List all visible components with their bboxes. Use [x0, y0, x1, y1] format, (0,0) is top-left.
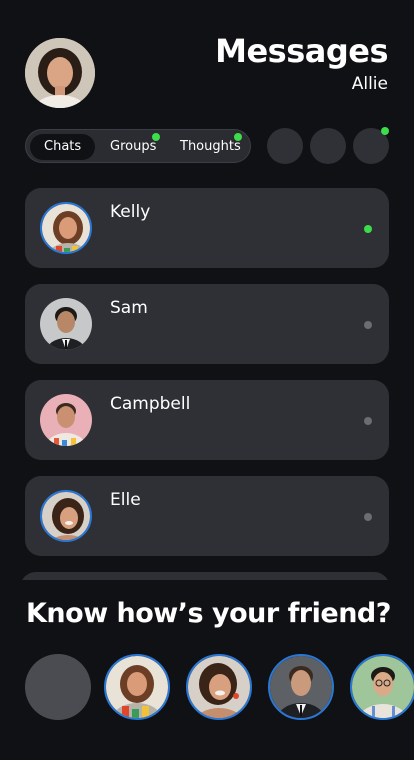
- tab-bar: Chats Groups Thoughts: [25, 129, 251, 163]
- profile-avatar[interactable]: [25, 38, 95, 108]
- add-friend-button[interactable]: [25, 654, 91, 720]
- action-button-1[interactable]: [267, 128, 303, 164]
- avatar: [40, 202, 92, 254]
- page-title: Messages: [215, 32, 388, 70]
- profile-avatar-image: [25, 38, 95, 108]
- offline-status-dot: [364, 513, 372, 521]
- contact-name: Sam: [110, 298, 148, 318]
- chat-card-elle[interactable]: Elle: [25, 476, 389, 556]
- avatar: [40, 298, 92, 350]
- tab-chats[interactable]: Chats: [30, 134, 96, 160]
- groups-notification-dot: [152, 133, 160, 141]
- friends-section-title: Know how’s your friend?: [26, 598, 391, 629]
- username-label: Allie: [351, 74, 388, 94]
- chat-card-kelly[interactable]: Kelly: [25, 188, 389, 268]
- chat-card-sam[interactable]: Sam: [25, 284, 389, 364]
- friend-avatar[interactable]: [186, 654, 252, 720]
- friend-avatar[interactable]: [268, 654, 334, 720]
- contact-name: Kelly: [110, 202, 151, 222]
- action-notification-dot: [381, 127, 389, 135]
- offline-status-dot: [364, 417, 372, 425]
- contact-name: Campbell: [110, 394, 191, 414]
- avatar: [40, 394, 92, 446]
- tab-label: Thoughts: [180, 139, 241, 154]
- avatar: [40, 490, 92, 542]
- online-status-dot: [364, 225, 372, 233]
- offline-status-dot: [364, 321, 372, 329]
- thoughts-notification-dot: [234, 133, 242, 141]
- action-button-2[interactable]: [310, 128, 346, 164]
- friend-avatar[interactable]: [350, 654, 414, 720]
- contact-name: Elle: [110, 490, 141, 510]
- tab-label: Groups: [110, 139, 157, 154]
- tab-label: Chats: [44, 139, 82, 154]
- chat-card-campbell[interactable]: Campbell: [25, 380, 389, 460]
- friend-avatar[interactable]: [104, 654, 170, 720]
